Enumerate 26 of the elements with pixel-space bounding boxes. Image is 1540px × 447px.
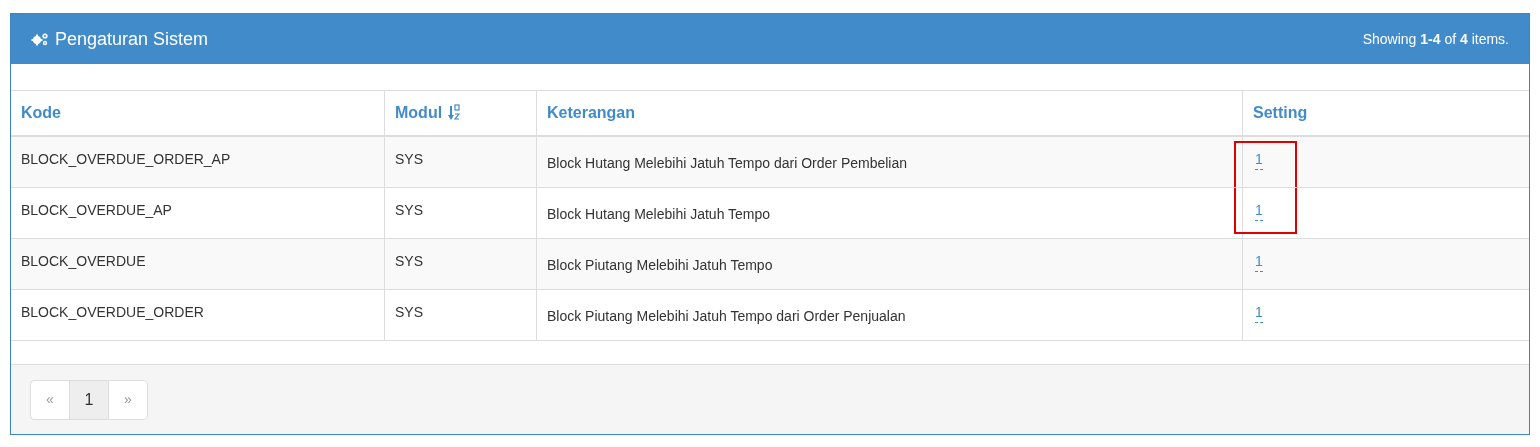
table-cell: Block Hutang Melebihi Jatuh Tempo dari Order Pembelian (547, 155, 908, 171)
column-header[interactable]: Modul (395, 101, 461, 125)
summary-text: Showing 1-4 of 4 items. (1362, 29, 1509, 49)
panel-title: Pengaturan Sistem (55, 27, 209, 51)
sort-icon (448, 104, 461, 122)
table-cell: SYS (395, 253, 423, 269)
table-cell: SYS (395, 304, 423, 320)
page-button[interactable]: « (30, 379, 70, 420)
table-cell: BLOCK_OVERDUE_ORDER (21, 304, 204, 320)
setting-link[interactable]: 1 (1255, 149, 1263, 170)
setting-link[interactable]: 1 (1255, 200, 1263, 221)
setting-link[interactable]: 1 (1255, 251, 1263, 272)
page-button[interactable]: » (108, 379, 148, 420)
table-cell: SYS (395, 151, 423, 167)
table-cell: SYS (395, 202, 423, 218)
column-header[interactable]: Kode (21, 101, 61, 125)
page-button[interactable]: 1 (69, 379, 109, 420)
table-cell: BLOCK_OVERDUE_AP (21, 202, 172, 218)
table-cell: BLOCK_OVERDUE (21, 253, 146, 269)
table-cell: Block Piutang Melebihi Jatuh Tempo (547, 257, 773, 273)
table-cell: Block Piutang Melebihi Jatuh Tempo dari Order Penjualan (547, 308, 906, 324)
column-header[interactable]: Setting (1253, 101, 1308, 125)
table-cell: BLOCK_OVERDUE_ORDER_AP (21, 151, 231, 167)
setting-link[interactable]: 1 (1255, 302, 1263, 323)
column-header[interactable]: Keterangan (547, 101, 636, 125)
table-cell: Block Hutang Melebihi Jatuh Tempo (547, 206, 771, 222)
